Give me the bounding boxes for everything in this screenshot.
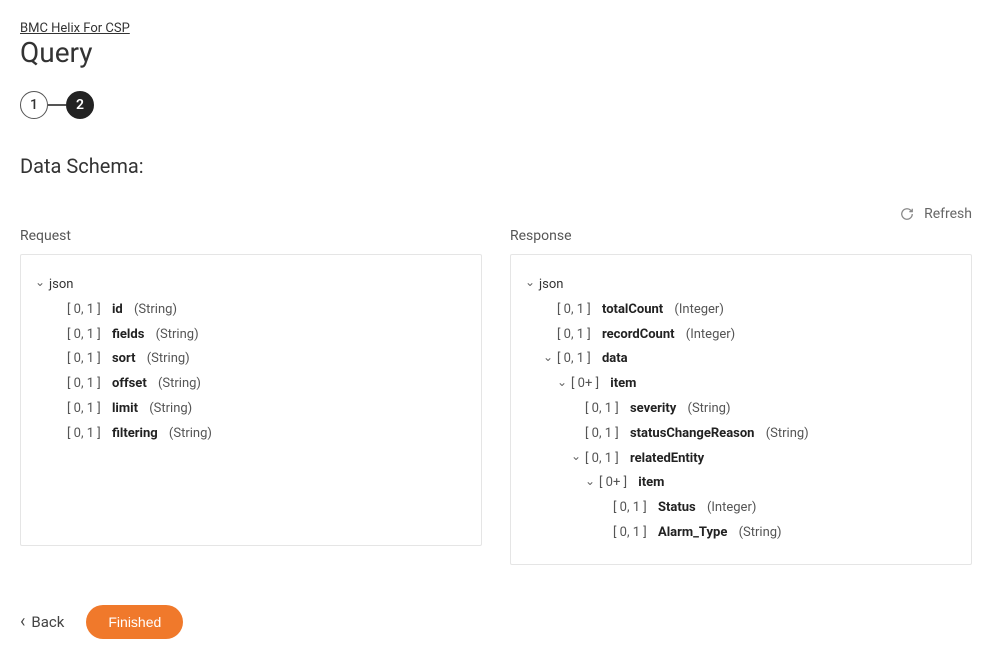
back-button[interactable]: Back xyxy=(20,611,64,632)
field-name: Status xyxy=(658,498,696,519)
cardinality: [ 0, 1 ] xyxy=(67,424,101,445)
request-panel: json [ 0, 1 ] id (String) [ 0, 1 ] field… xyxy=(20,254,482,546)
cardinality: [ 0, 1 ] xyxy=(585,424,619,445)
field-type: (Integer) xyxy=(707,498,756,519)
cardinality: [ 0, 1 ] xyxy=(585,449,619,470)
field-name: item xyxy=(610,374,636,395)
cardinality: [ 0, 1 ] xyxy=(67,349,101,370)
tree-leaf[interactable]: [ 0, 1 ] severity (String) xyxy=(525,397,953,422)
step-connector xyxy=(48,104,66,106)
tree-node[interactable]: [ 0+ ] item xyxy=(525,372,953,397)
tree-leaf[interactable]: [ 0, 1 ] sort (String) xyxy=(35,347,463,372)
chevron-down-icon xyxy=(35,279,45,291)
tree-leaf[interactable]: [ 0, 1 ] filtering (String) xyxy=(35,422,463,447)
breadcrumb[interactable]: BMC Helix For CSP xyxy=(20,21,130,36)
tree-node[interactable]: [ 0, 1 ] relatedEntity xyxy=(525,447,953,472)
tree-node[interactable]: json xyxy=(35,273,463,298)
field-type: (String) xyxy=(158,374,201,395)
field-type: (String) xyxy=(739,523,782,544)
field-type: (Integer) xyxy=(686,325,735,346)
cardinality: [ 0, 1 ] xyxy=(557,300,591,321)
tree-leaf[interactable]: [ 0, 1 ] statusChangeReason (String) xyxy=(525,422,953,447)
step-1[interactable]: 1 xyxy=(20,91,48,119)
request-column: Request json [ 0, 1 ] id (String) [ 0 xyxy=(20,228,482,565)
node-label: json xyxy=(49,275,73,296)
refresh-icon xyxy=(900,207,914,221)
request-label: Request xyxy=(20,228,482,244)
node-label: json xyxy=(539,275,563,296)
chevron-down-icon xyxy=(571,453,581,465)
cardinality: [ 0, 1 ] xyxy=(585,399,619,420)
tree-leaf[interactable]: [ 0, 1 ] fields (String) xyxy=(35,323,463,348)
cardinality: [ 0, 1 ] xyxy=(557,349,591,370)
tree-leaf[interactable]: [ 0, 1 ] limit (String) xyxy=(35,397,463,422)
cardinality: [ 0, 1 ] xyxy=(613,498,647,519)
cardinality: [ 0, 1 ] xyxy=(67,325,101,346)
field-type: (String) xyxy=(147,349,190,370)
step-2[interactable]: 2 xyxy=(66,91,94,119)
cardinality: [ 0, 1 ] xyxy=(613,523,647,544)
chevron-left-icon xyxy=(20,611,25,632)
tree-leaf[interactable]: [ 0, 1 ] offset (String) xyxy=(35,372,463,397)
tree-node[interactable]: json xyxy=(525,273,953,298)
page-title: Query xyxy=(20,36,972,69)
tree-leaf[interactable]: [ 0, 1 ] id (String) xyxy=(35,298,463,323)
cardinality: [ 0+ ] xyxy=(571,374,599,395)
tree-leaf[interactable]: [ 0, 1 ] recordCount (Integer) xyxy=(525,323,953,348)
field-name: sort xyxy=(112,349,136,370)
section-title: Data Schema: xyxy=(20,154,972,178)
response-column: Response json [ 0, 1 ] totalCount (Integ… xyxy=(510,228,972,565)
cardinality: [ 0, 1 ] xyxy=(67,374,101,395)
field-name: Alarm_Type xyxy=(658,523,727,544)
cardinality: [ 0+ ] xyxy=(599,473,627,494)
chevron-down-icon xyxy=(585,478,595,490)
field-name: limit xyxy=(112,399,138,420)
field-name: statusChangeReason xyxy=(630,424,754,445)
field-type: (String) xyxy=(688,399,731,420)
finished-button[interactable]: Finished xyxy=(86,605,183,639)
refresh-button[interactable]: Refresh xyxy=(900,206,972,222)
field-name: fields xyxy=(112,325,144,346)
field-name: filtering xyxy=(112,424,158,445)
tree-leaf[interactable]: [ 0, 1 ] Alarm_Type (String) xyxy=(525,521,953,546)
field-type: (String) xyxy=(169,424,212,445)
field-type: (String) xyxy=(149,399,192,420)
field-name: item xyxy=(638,473,664,494)
cardinality: [ 0, 1 ] xyxy=(67,300,101,321)
response-label: Response xyxy=(510,228,972,244)
chevron-down-icon xyxy=(525,279,535,291)
field-name: recordCount xyxy=(602,325,675,346)
response-panel: json [ 0, 1 ] totalCount (Integer) [ 0, … xyxy=(510,254,972,565)
cardinality: [ 0, 1 ] xyxy=(67,399,101,420)
field-type: (String) xyxy=(156,325,199,346)
back-label: Back xyxy=(31,613,64,631)
cardinality: [ 0, 1 ] xyxy=(557,325,591,346)
field-type: (String) xyxy=(766,424,809,445)
tree-node[interactable]: [ 0, 1 ] data xyxy=(525,347,953,372)
field-name: offset xyxy=(112,374,147,395)
field-name: severity xyxy=(630,399,676,420)
field-name: id xyxy=(112,300,123,321)
chevron-down-icon xyxy=(543,354,553,366)
field-name: relatedEntity xyxy=(630,449,704,470)
refresh-label: Refresh xyxy=(924,206,972,222)
field-type: (String) xyxy=(134,300,177,321)
field-name: data xyxy=(602,349,628,370)
stepper: 1 2 xyxy=(20,91,972,119)
tree-leaf[interactable]: [ 0, 1 ] Status (Integer) xyxy=(525,496,953,521)
tree-leaf[interactable]: [ 0, 1 ] totalCount (Integer) xyxy=(525,298,953,323)
tree-node[interactable]: [ 0+ ] item xyxy=(525,471,953,496)
field-name: totalCount xyxy=(602,300,663,321)
chevron-down-icon xyxy=(557,379,567,391)
field-type: (Integer) xyxy=(674,300,723,321)
